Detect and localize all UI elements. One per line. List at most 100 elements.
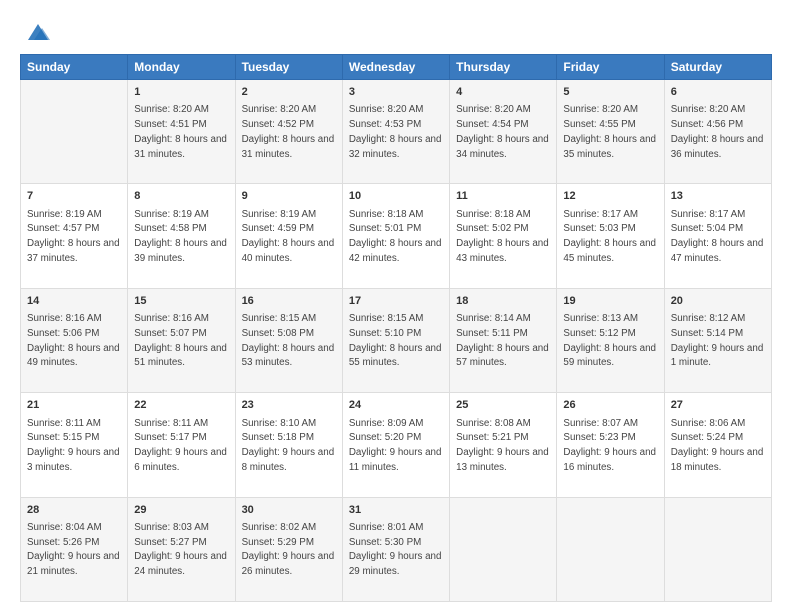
day-sunset: Sunset: 5:07 PM <box>134 328 206 339</box>
calendar-cell: 4 Sunrise: 8:20 AM Sunset: 4:54 PM Dayli… <box>450 80 557 184</box>
day-sunrise: Sunrise: 8:20 AM <box>456 104 531 115</box>
day-daylight: Daylight: 9 hours and 13 minutes. <box>456 447 549 473</box>
day-sunrise: Sunrise: 8:03 AM <box>134 522 209 533</box>
day-sunset: Sunset: 4:51 PM <box>134 119 206 130</box>
day-number: 5 <box>563 85 657 100</box>
day-daylight: Daylight: 8 hours and 42 minutes. <box>349 238 442 264</box>
day-sunrise: Sunrise: 8:20 AM <box>349 104 424 115</box>
calendar-cell: 21 Sunrise: 8:11 AM Sunset: 5:15 PM Dayl… <box>21 393 128 497</box>
day-number: 27 <box>671 398 765 413</box>
day-daylight: Daylight: 8 hours and 37 minutes. <box>27 238 120 264</box>
calendar-header-row: SundayMondayTuesdayWednesdayThursdayFrid… <box>21 55 772 80</box>
day-header-friday: Friday <box>557 55 664 80</box>
day-sunrise: Sunrise: 8:01 AM <box>349 522 424 533</box>
day-sunrise: Sunrise: 8:09 AM <box>349 418 424 429</box>
calendar-week-row: 21 Sunrise: 8:11 AM Sunset: 5:15 PM Dayl… <box>21 393 772 497</box>
day-daylight: Daylight: 9 hours and 18 minutes. <box>671 447 764 473</box>
day-daylight: Daylight: 8 hours and 51 minutes. <box>134 343 227 369</box>
day-sunrise: Sunrise: 8:11 AM <box>27 418 101 429</box>
day-daylight: Daylight: 8 hours and 31 minutes. <box>242 134 335 160</box>
day-daylight: Daylight: 8 hours and 31 minutes. <box>134 134 227 160</box>
header <box>20 18 772 46</box>
calendar-cell: 1 Sunrise: 8:20 AM Sunset: 4:51 PM Dayli… <box>128 80 235 184</box>
day-daylight: Daylight: 8 hours and 36 minutes. <box>671 134 764 160</box>
day-sunset: Sunset: 5:24 PM <box>671 432 743 443</box>
day-sunset: Sunset: 5:29 PM <box>242 537 314 548</box>
day-daylight: Daylight: 9 hours and 29 minutes. <box>349 551 442 577</box>
day-number: 2 <box>242 85 336 100</box>
day-sunrise: Sunrise: 8:14 AM <box>456 313 531 324</box>
day-number: 15 <box>134 294 228 309</box>
day-sunrise: Sunrise: 8:19 AM <box>242 209 317 220</box>
day-sunrise: Sunrise: 8:02 AM <box>242 522 317 533</box>
day-daylight: Daylight: 8 hours and 45 minutes. <box>563 238 656 264</box>
day-daylight: Daylight: 8 hours and 47 minutes. <box>671 238 764 264</box>
day-daylight: Daylight: 9 hours and 16 minutes. <box>563 447 656 473</box>
day-daylight: Daylight: 9 hours and 24 minutes. <box>134 551 227 577</box>
day-sunrise: Sunrise: 8:06 AM <box>671 418 746 429</box>
day-sunset: Sunset: 5:02 PM <box>456 223 528 234</box>
day-sunrise: Sunrise: 8:15 AM <box>242 313 317 324</box>
day-number: 31 <box>349 503 443 518</box>
day-sunrise: Sunrise: 8:19 AM <box>27 209 102 220</box>
calendar-week-row: 14 Sunrise: 8:16 AM Sunset: 5:06 PM Dayl… <box>21 288 772 392</box>
day-daylight: Daylight: 9 hours and 11 minutes. <box>349 447 442 473</box>
day-number: 19 <box>563 294 657 309</box>
day-sunset: Sunset: 5:06 PM <box>27 328 99 339</box>
calendar-cell: 25 Sunrise: 8:08 AM Sunset: 5:21 PM Dayl… <box>450 393 557 497</box>
calendar-cell: 7 Sunrise: 8:19 AM Sunset: 4:57 PM Dayli… <box>21 184 128 288</box>
day-sunset: Sunset: 4:58 PM <box>134 223 206 234</box>
day-number: 28 <box>27 503 121 518</box>
calendar-week-row: 28 Sunrise: 8:04 AM Sunset: 5:26 PM Dayl… <box>21 497 772 601</box>
calendar-cell: 17 Sunrise: 8:15 AM Sunset: 5:10 PM Dayl… <box>342 288 449 392</box>
day-sunset: Sunset: 5:27 PM <box>134 537 206 548</box>
calendar-cell: 11 Sunrise: 8:18 AM Sunset: 5:02 PM Dayl… <box>450 184 557 288</box>
day-daylight: Daylight: 8 hours and 39 minutes. <box>134 238 227 264</box>
day-sunrise: Sunrise: 8:08 AM <box>456 418 531 429</box>
day-number: 26 <box>563 398 657 413</box>
day-number: 7 <box>27 189 121 204</box>
day-sunset: Sunset: 5:08 PM <box>242 328 314 339</box>
day-number: 1 <box>134 85 228 100</box>
day-daylight: Daylight: 9 hours and 21 minutes. <box>27 551 120 577</box>
calendar-week-row: 7 Sunrise: 8:19 AM Sunset: 4:57 PM Dayli… <box>21 184 772 288</box>
calendar-cell: 27 Sunrise: 8:06 AM Sunset: 5:24 PM Dayl… <box>664 393 771 497</box>
day-sunset: Sunset: 5:03 PM <box>563 223 635 234</box>
day-daylight: Daylight: 8 hours and 34 minutes. <box>456 134 549 160</box>
day-number: 16 <box>242 294 336 309</box>
logo <box>20 18 52 46</box>
calendar-cell: 5 Sunrise: 8:20 AM Sunset: 4:55 PM Dayli… <box>557 80 664 184</box>
calendar-cell: 22 Sunrise: 8:11 AM Sunset: 5:17 PM Dayl… <box>128 393 235 497</box>
calendar-cell: 9 Sunrise: 8:19 AM Sunset: 4:59 PM Dayli… <box>235 184 342 288</box>
calendar-table: SundayMondayTuesdayWednesdayThursdayFrid… <box>20 54 772 602</box>
day-daylight: Daylight: 8 hours and 59 minutes. <box>563 343 656 369</box>
logo-icon <box>24 18 52 46</box>
day-sunset: Sunset: 5:15 PM <box>27 432 99 443</box>
day-sunset: Sunset: 4:52 PM <box>242 119 314 130</box>
day-daylight: Daylight: 8 hours and 53 minutes. <box>242 343 335 369</box>
day-sunset: Sunset: 4:55 PM <box>563 119 635 130</box>
calendar-cell: 26 Sunrise: 8:07 AM Sunset: 5:23 PM Dayl… <box>557 393 664 497</box>
day-sunset: Sunset: 5:01 PM <box>349 223 421 234</box>
day-number: 29 <box>134 503 228 518</box>
calendar-week-row: 1 Sunrise: 8:20 AM Sunset: 4:51 PM Dayli… <box>21 80 772 184</box>
day-daylight: Daylight: 8 hours and 43 minutes. <box>456 238 549 264</box>
day-number: 24 <box>349 398 443 413</box>
day-sunset: Sunset: 5:18 PM <box>242 432 314 443</box>
calendar-cell: 3 Sunrise: 8:20 AM Sunset: 4:53 PM Dayli… <box>342 80 449 184</box>
day-header-wednesday: Wednesday <box>342 55 449 80</box>
day-number: 4 <box>456 85 550 100</box>
day-sunrise: Sunrise: 8:16 AM <box>27 313 102 324</box>
calendar-cell <box>557 497 664 601</box>
calendar-cell: 31 Sunrise: 8:01 AM Sunset: 5:30 PM Dayl… <box>342 497 449 601</box>
day-number: 8 <box>134 189 228 204</box>
day-sunrise: Sunrise: 8:12 AM <box>671 313 746 324</box>
calendar-cell: 23 Sunrise: 8:10 AM Sunset: 5:18 PM Dayl… <box>235 393 342 497</box>
day-daylight: Daylight: 8 hours and 35 minutes. <box>563 134 656 160</box>
day-sunrise: Sunrise: 8:16 AM <box>134 313 209 324</box>
day-sunrise: Sunrise: 8:15 AM <box>349 313 424 324</box>
calendar-cell <box>450 497 557 601</box>
day-sunrise: Sunrise: 8:04 AM <box>27 522 102 533</box>
day-sunrise: Sunrise: 8:20 AM <box>242 104 317 115</box>
day-header-saturday: Saturday <box>664 55 771 80</box>
